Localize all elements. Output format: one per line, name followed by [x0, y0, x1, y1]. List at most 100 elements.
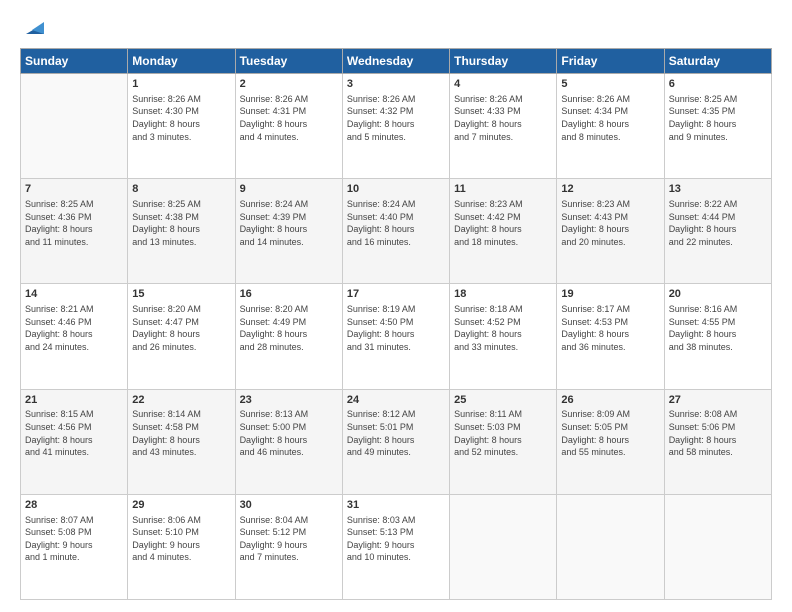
calendar-cell: 15Sunrise: 8:20 AMSunset: 4:47 PMDayligh… — [128, 284, 235, 389]
day-info: Sunrise: 8:09 AMSunset: 5:05 PMDaylight:… — [561, 408, 659, 458]
weekday-header-row: SundayMondayTuesdayWednesdayThursdayFrid… — [21, 49, 772, 74]
calendar-cell: 27Sunrise: 8:08 AMSunset: 5:06 PMDayligh… — [664, 389, 771, 494]
day-info: Sunrise: 8:26 AMSunset: 4:34 PMDaylight:… — [561, 93, 659, 143]
weekday-header-monday: Monday — [128, 49, 235, 74]
day-number: 14 — [25, 287, 123, 302]
weekday-header-thursday: Thursday — [450, 49, 557, 74]
day-number: 23 — [240, 393, 338, 408]
calendar-cell: 26Sunrise: 8:09 AMSunset: 5:05 PMDayligh… — [557, 389, 664, 494]
day-number: 21 — [25, 393, 123, 408]
calendar-cell: 16Sunrise: 8:20 AMSunset: 4:49 PMDayligh… — [235, 284, 342, 389]
day-info: Sunrise: 8:14 AMSunset: 4:58 PMDaylight:… — [132, 408, 230, 458]
day-info: Sunrise: 8:07 AMSunset: 5:08 PMDaylight:… — [25, 514, 123, 564]
calendar-cell: 11Sunrise: 8:23 AMSunset: 4:42 PMDayligh… — [450, 179, 557, 284]
day-number: 9 — [240, 182, 338, 197]
week-row-4: 21Sunrise: 8:15 AMSunset: 4:56 PMDayligh… — [21, 389, 772, 494]
calendar-cell: 23Sunrise: 8:13 AMSunset: 5:00 PMDayligh… — [235, 389, 342, 494]
calendar-cell: 31Sunrise: 8:03 AMSunset: 5:13 PMDayligh… — [342, 494, 449, 599]
calendar-cell — [557, 494, 664, 599]
day-number: 31 — [347, 498, 445, 513]
calendar-cell: 14Sunrise: 8:21 AMSunset: 4:46 PMDayligh… — [21, 284, 128, 389]
page: SundayMondayTuesdayWednesdayThursdayFrid… — [0, 0, 792, 612]
calendar-cell: 9Sunrise: 8:24 AMSunset: 4:39 PMDaylight… — [235, 179, 342, 284]
day-number: 13 — [669, 182, 767, 197]
day-number: 12 — [561, 182, 659, 197]
day-info: Sunrise: 8:03 AMSunset: 5:13 PMDaylight:… — [347, 514, 445, 564]
calendar-cell: 19Sunrise: 8:17 AMSunset: 4:53 PMDayligh… — [557, 284, 664, 389]
calendar-cell: 8Sunrise: 8:25 AMSunset: 4:38 PMDaylight… — [128, 179, 235, 284]
calendar-cell: 4Sunrise: 8:26 AMSunset: 4:33 PMDaylight… — [450, 74, 557, 179]
header — [20, 16, 772, 38]
calendar-cell — [664, 494, 771, 599]
day-number: 19 — [561, 287, 659, 302]
calendar-cell: 21Sunrise: 8:15 AMSunset: 4:56 PMDayligh… — [21, 389, 128, 494]
calendar-cell: 5Sunrise: 8:26 AMSunset: 4:34 PMDaylight… — [557, 74, 664, 179]
day-info: Sunrise: 8:06 AMSunset: 5:10 PMDaylight:… — [132, 514, 230, 564]
calendar-cell: 25Sunrise: 8:11 AMSunset: 5:03 PMDayligh… — [450, 389, 557, 494]
calendar-cell: 1Sunrise: 8:26 AMSunset: 4:30 PMDaylight… — [128, 74, 235, 179]
calendar-cell: 12Sunrise: 8:23 AMSunset: 4:43 PMDayligh… — [557, 179, 664, 284]
weekday-header-wednesday: Wednesday — [342, 49, 449, 74]
day-info: Sunrise: 8:26 AMSunset: 4:31 PMDaylight:… — [240, 93, 338, 143]
calendar-cell: 20Sunrise: 8:16 AMSunset: 4:55 PMDayligh… — [664, 284, 771, 389]
calendar-cell: 3Sunrise: 8:26 AMSunset: 4:32 PMDaylight… — [342, 74, 449, 179]
calendar-cell: 2Sunrise: 8:26 AMSunset: 4:31 PMDaylight… — [235, 74, 342, 179]
day-info: Sunrise: 8:13 AMSunset: 5:00 PMDaylight:… — [240, 408, 338, 458]
day-number: 15 — [132, 287, 230, 302]
day-number: 29 — [132, 498, 230, 513]
calendar-cell: 30Sunrise: 8:04 AMSunset: 5:12 PMDayligh… — [235, 494, 342, 599]
day-number: 1 — [132, 77, 230, 92]
calendar-cell: 28Sunrise: 8:07 AMSunset: 5:08 PMDayligh… — [21, 494, 128, 599]
week-row-1: 1Sunrise: 8:26 AMSunset: 4:30 PMDaylight… — [21, 74, 772, 179]
day-info: Sunrise: 8:04 AMSunset: 5:12 PMDaylight:… — [240, 514, 338, 564]
calendar-cell: 10Sunrise: 8:24 AMSunset: 4:40 PMDayligh… — [342, 179, 449, 284]
week-row-2: 7Sunrise: 8:25 AMSunset: 4:36 PMDaylight… — [21, 179, 772, 284]
calendar-cell — [450, 494, 557, 599]
day-info: Sunrise: 8:20 AMSunset: 4:49 PMDaylight:… — [240, 303, 338, 353]
calendar-cell: 17Sunrise: 8:19 AMSunset: 4:50 PMDayligh… — [342, 284, 449, 389]
day-info: Sunrise: 8:26 AMSunset: 4:33 PMDaylight:… — [454, 93, 552, 143]
day-info: Sunrise: 8:24 AMSunset: 4:39 PMDaylight:… — [240, 198, 338, 248]
day-number: 3 — [347, 77, 445, 92]
day-info: Sunrise: 8:15 AMSunset: 4:56 PMDaylight:… — [25, 408, 123, 458]
calendar-table: SundayMondayTuesdayWednesdayThursdayFrid… — [20, 48, 772, 600]
weekday-header-saturday: Saturday — [664, 49, 771, 74]
day-number: 28 — [25, 498, 123, 513]
day-info: Sunrise: 8:26 AMSunset: 4:32 PMDaylight:… — [347, 93, 445, 143]
weekday-header-tuesday: Tuesday — [235, 49, 342, 74]
week-row-5: 28Sunrise: 8:07 AMSunset: 5:08 PMDayligh… — [21, 494, 772, 599]
day-number: 26 — [561, 393, 659, 408]
day-info: Sunrise: 8:20 AMSunset: 4:47 PMDaylight:… — [132, 303, 230, 353]
day-number: 4 — [454, 77, 552, 92]
day-info: Sunrise: 8:18 AMSunset: 4:52 PMDaylight:… — [454, 303, 552, 353]
day-info: Sunrise: 8:12 AMSunset: 5:01 PMDaylight:… — [347, 408, 445, 458]
day-number: 20 — [669, 287, 767, 302]
calendar-cell: 29Sunrise: 8:06 AMSunset: 5:10 PMDayligh… — [128, 494, 235, 599]
day-number: 30 — [240, 498, 338, 513]
calendar-cell — [21, 74, 128, 179]
weekday-header-sunday: Sunday — [21, 49, 128, 74]
day-info: Sunrise: 8:21 AMSunset: 4:46 PMDaylight:… — [25, 303, 123, 353]
calendar-cell: 22Sunrise: 8:14 AMSunset: 4:58 PMDayligh… — [128, 389, 235, 494]
day-number: 7 — [25, 182, 123, 197]
day-info: Sunrise: 8:25 AMSunset: 4:36 PMDaylight:… — [25, 198, 123, 248]
weekday-header-friday: Friday — [557, 49, 664, 74]
day-info: Sunrise: 8:22 AMSunset: 4:44 PMDaylight:… — [669, 198, 767, 248]
day-info: Sunrise: 8:25 AMSunset: 4:35 PMDaylight:… — [669, 93, 767, 143]
day-number: 22 — [132, 393, 230, 408]
day-info: Sunrise: 8:19 AMSunset: 4:50 PMDaylight:… — [347, 303, 445, 353]
logo — [20, 16, 44, 38]
day-info: Sunrise: 8:16 AMSunset: 4:55 PMDaylight:… — [669, 303, 767, 353]
day-info: Sunrise: 8:24 AMSunset: 4:40 PMDaylight:… — [347, 198, 445, 248]
week-row-3: 14Sunrise: 8:21 AMSunset: 4:46 PMDayligh… — [21, 284, 772, 389]
calendar-cell: 24Sunrise: 8:12 AMSunset: 5:01 PMDayligh… — [342, 389, 449, 494]
day-number: 10 — [347, 182, 445, 197]
day-info: Sunrise: 8:23 AMSunset: 4:43 PMDaylight:… — [561, 198, 659, 248]
day-info: Sunrise: 8:23 AMSunset: 4:42 PMDaylight:… — [454, 198, 552, 248]
day-info: Sunrise: 8:08 AMSunset: 5:06 PMDaylight:… — [669, 408, 767, 458]
day-number: 6 — [669, 77, 767, 92]
calendar-cell: 18Sunrise: 8:18 AMSunset: 4:52 PMDayligh… — [450, 284, 557, 389]
calendar-cell: 6Sunrise: 8:25 AMSunset: 4:35 PMDaylight… — [664, 74, 771, 179]
day-number: 2 — [240, 77, 338, 92]
logo-icon — [22, 16, 44, 38]
